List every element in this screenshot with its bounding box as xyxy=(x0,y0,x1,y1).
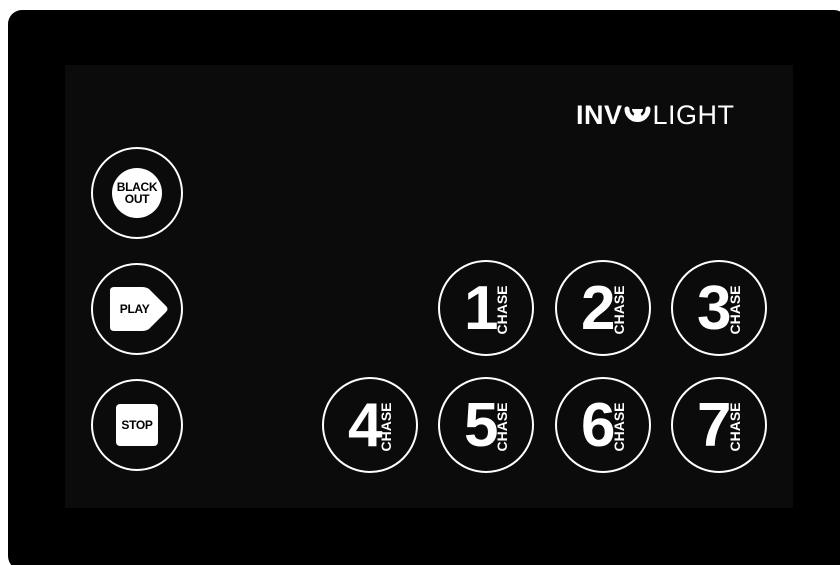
chase-3-button[interactable]: 3 CHASE xyxy=(671,260,767,356)
chase-label: CHASE xyxy=(494,402,510,452)
blackout-button[interactable]: BLACK OUT xyxy=(91,147,183,239)
chase-number: 6 xyxy=(581,391,616,460)
chase-number: 3 xyxy=(697,274,732,343)
chase-number: 4 xyxy=(348,391,383,460)
play-label: PLAY xyxy=(119,302,150,316)
stop-icon: STOP xyxy=(116,404,158,446)
chase-label: CHASE xyxy=(727,285,743,335)
chase-number: 5 xyxy=(464,391,499,460)
chase-label: CHASE xyxy=(494,285,510,335)
chase-number: 2 xyxy=(581,274,616,343)
logo-text-right: LIGHT xyxy=(652,99,735,130)
involight-swirl-icon xyxy=(624,102,651,128)
logo-text-left: INV xyxy=(576,99,623,130)
chase-number: 7 xyxy=(697,391,732,460)
chase-label: CHASE xyxy=(378,402,394,452)
chase-label: CHASE xyxy=(611,285,627,335)
blackout-label: BLACK OUT xyxy=(116,180,158,206)
chase-label: CHASE xyxy=(611,402,627,452)
chase-7-button[interactable]: 7 CHASE xyxy=(671,377,767,473)
chase-4-button[interactable]: 4 CHASE xyxy=(322,377,418,473)
chase-6-button[interactable]: 6 CHASE xyxy=(555,377,651,473)
chase-2-button[interactable]: 2 CHASE xyxy=(555,260,651,356)
chase-number: 1 xyxy=(464,274,499,343)
chase-label: CHASE xyxy=(727,402,743,452)
chase-1-button[interactable]: 1 CHASE xyxy=(438,260,534,356)
chase-5-button[interactable]: 5 CHASE xyxy=(438,377,534,473)
play-button[interactable]: PLAY xyxy=(91,263,183,355)
blackout-disc: BLACK OUT xyxy=(112,168,162,218)
stop-label: STOP xyxy=(121,418,153,432)
involight-logo: INV LIGHT xyxy=(576,98,735,132)
stop-button[interactable]: STOP xyxy=(91,379,183,471)
